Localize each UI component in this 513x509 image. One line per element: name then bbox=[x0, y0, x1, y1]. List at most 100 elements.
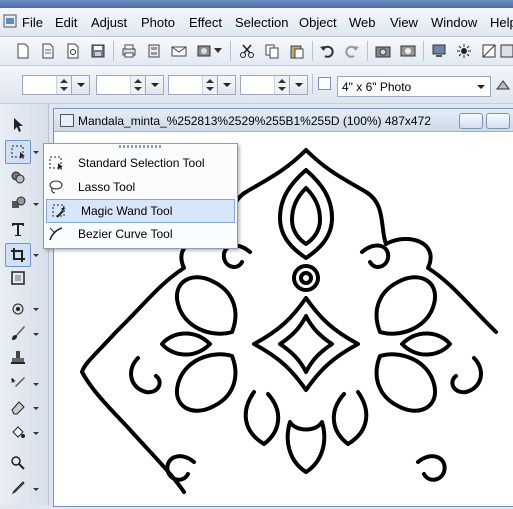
save-icon[interactable] bbox=[87, 40, 109, 62]
zoom-tool-icon[interactable] bbox=[6, 452, 30, 474]
dropdown-arrow-icon[interactable] bbox=[33, 254, 39, 257]
preset-checkbox[interactable] bbox=[318, 77, 331, 90]
separator bbox=[312, 74, 313, 94]
separator bbox=[312, 41, 313, 61]
dropdown-arrow-icon[interactable] bbox=[217, 76, 235, 94]
menu-effect[interactable]: Effect bbox=[189, 15, 222, 30]
eyedropper-tool-icon[interactable] bbox=[6, 477, 30, 499]
menu-web[interactable]: Web bbox=[349, 15, 376, 30]
spinner-arrows-icon[interactable] bbox=[130, 76, 145, 94]
rectangle-selection-icon bbox=[49, 156, 63, 170]
monitor-icon[interactable] bbox=[428, 40, 450, 62]
lasso-tool-label: Lasso Tool bbox=[78, 180, 136, 194]
width-spinner[interactable] bbox=[22, 75, 90, 95]
bezier-curve-tool-item[interactable]: Bezier Curve Tool bbox=[44, 223, 235, 245]
menu-selection[interactable]: Selection bbox=[235, 15, 288, 30]
dropdown-arrow-icon[interactable] bbox=[33, 308, 39, 311]
dropdown-arrow-icon[interactable] bbox=[33, 383, 39, 386]
effect-brush-icon[interactable] bbox=[6, 372, 30, 394]
height-spinner[interactable] bbox=[96, 75, 164, 95]
dropdown-arrow-icon[interactable] bbox=[33, 432, 39, 435]
undo-icon[interactable] bbox=[316, 40, 338, 62]
clone-stamp-icon[interactable] bbox=[6, 347, 30, 369]
dropdown-arrow-icon[interactable] bbox=[145, 76, 163, 94]
resize-tool-icon[interactable] bbox=[6, 267, 30, 289]
magic-wand-tool-label: Magic Wand Tool bbox=[81, 204, 173, 218]
lasso-tool-item[interactable]: Lasso Tool bbox=[44, 176, 235, 198]
spinner-arrows-icon[interactable] bbox=[274, 76, 289, 94]
magic-wand-icon bbox=[52, 204, 66, 218]
flyout-grip[interactable] bbox=[119, 145, 161, 148]
copy-icon[interactable] bbox=[261, 40, 283, 62]
dropdown-arrow-icon[interactable] bbox=[33, 203, 39, 206]
standard-selection-tool-item[interactable]: Standard Selection Tool bbox=[44, 152, 235, 174]
menu-file[interactable]: File bbox=[22, 15, 43, 30]
menu-adjust[interactable]: Adjust bbox=[91, 15, 127, 30]
separator bbox=[367, 41, 368, 61]
screen-capture-icon[interactable] bbox=[397, 40, 419, 62]
pointer-tool-icon[interactable] bbox=[6, 114, 30, 136]
shape-tool-icon[interactable] bbox=[6, 192, 30, 214]
spinner-arrows-icon[interactable] bbox=[202, 76, 217, 94]
maximize-icon[interactable] bbox=[486, 113, 510, 129]
menu-bar: File Edit Adjust Photo Effect Selection … bbox=[0, 8, 513, 37]
menu-view[interactable]: View bbox=[390, 15, 418, 30]
menu-help[interactable]: Help bbox=[490, 15, 513, 30]
document-titlebar[interactable]: Mandala_minta_%252813%2529%255B1%255D (1… bbox=[54, 109, 513, 132]
preset-select[interactable]: 4" x 6" Photo bbox=[337, 76, 491, 97]
separator bbox=[230, 41, 231, 61]
menu-photo[interactable]: Photo bbox=[141, 15, 175, 30]
brush-tool-icon[interactable] bbox=[6, 322, 30, 344]
new-icon[interactable] bbox=[12, 40, 34, 62]
more-tools-icon[interactable] bbox=[500, 40, 513, 62]
selection-tool-icon[interactable] bbox=[5, 140, 31, 164]
tools-panel bbox=[0, 104, 49, 505]
separator bbox=[423, 41, 424, 61]
text-tool-icon[interactable] bbox=[6, 218, 30, 240]
dropdown-arrow-icon[interactable] bbox=[33, 151, 39, 154]
paste-icon[interactable] bbox=[286, 40, 308, 62]
preset-select-value: 4" x 6" Photo bbox=[342, 80, 412, 94]
crop-tool-icon[interactable] bbox=[5, 243, 31, 267]
print-icon[interactable] bbox=[118, 40, 140, 62]
menu-edit[interactable]: Edit bbox=[55, 15, 77, 30]
acquire-dropdown-icon[interactable] bbox=[212, 40, 224, 62]
bezier-curve-icon bbox=[49, 227, 63, 241]
dropdown-arrow-icon[interactable] bbox=[289, 76, 307, 94]
separator bbox=[113, 41, 114, 61]
eraser-tool-icon[interactable] bbox=[6, 396, 30, 418]
dropdown-arrow-icon[interactable] bbox=[33, 407, 39, 410]
menu-object[interactable]: Object bbox=[299, 15, 337, 30]
browse-icon[interactable] bbox=[62, 40, 84, 62]
standard-toolbar bbox=[0, 37, 513, 66]
dropdown-arrow-icon[interactable] bbox=[33, 333, 39, 336]
standard-selection-tool-label: Standard Selection Tool bbox=[78, 156, 205, 170]
document-icon bbox=[60, 114, 74, 127]
lasso-icon bbox=[49, 180, 63, 194]
camera-icon[interactable] bbox=[372, 40, 394, 62]
redo-icon[interactable] bbox=[341, 40, 363, 62]
spinner-arrows-icon[interactable] bbox=[56, 76, 71, 94]
dropdown-arrow-icon[interactable] bbox=[71, 76, 89, 94]
cut-icon[interactable] bbox=[236, 40, 258, 62]
minimize-icon[interactable] bbox=[459, 113, 483, 129]
scanner-icon[interactable] bbox=[143, 40, 165, 62]
email-icon[interactable] bbox=[168, 40, 190, 62]
red-eye-tool-icon[interactable] bbox=[6, 297, 30, 319]
open-icon[interactable] bbox=[37, 40, 59, 62]
window-titlebar bbox=[0, 0, 513, 8]
selection-tools-flyout: Standard Selection Tool Lasso Tool Magic… bbox=[43, 143, 238, 249]
crop-frame-icon[interactable] bbox=[478, 40, 500, 62]
x-spinner[interactable] bbox=[168, 75, 236, 95]
app-icon[interactable] bbox=[3, 14, 17, 28]
options-icon[interactable] bbox=[492, 74, 513, 96]
fill-tool-icon[interactable] bbox=[6, 421, 30, 443]
dropdown-arrow-icon[interactable] bbox=[33, 488, 39, 491]
menu-window[interactable]: Window bbox=[431, 15, 477, 30]
y-spinner[interactable] bbox=[240, 75, 308, 95]
document-title: Mandala_minta_%252813%2529%255B1%255D (1… bbox=[78, 114, 431, 128]
object-tool-icon[interactable] bbox=[6, 166, 30, 188]
bezier-curve-tool-label: Bezier Curve Tool bbox=[78, 227, 173, 241]
brightness-icon[interactable] bbox=[453, 40, 475, 62]
magic-wand-tool-item[interactable]: Magic Wand Tool bbox=[46, 199, 235, 223]
